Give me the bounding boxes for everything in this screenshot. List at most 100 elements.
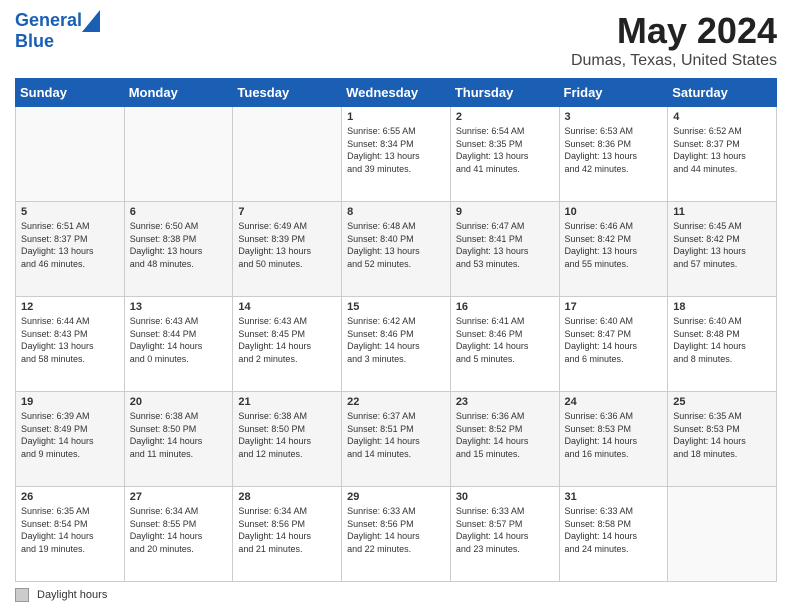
day-info: Sunrise: 6:48 AM Sunset: 8:40 PM Dayligh…	[347, 220, 445, 270]
calendar-cell: 30 Sunrise: 6:33 AM Sunset: 8:57 PM Dayli…	[450, 487, 559, 582]
day-info: Sunrise: 6:33 AM Sunset: 8:58 PM Dayligh…	[565, 505, 663, 555]
day-info: Sunrise: 6:36 AM Sunset: 8:52 PM Dayligh…	[456, 410, 554, 460]
day-number: 19	[21, 396, 119, 408]
day-info: Sunrise: 6:43 AM Sunset: 8:45 PM Dayligh…	[238, 315, 336, 365]
calendar-cell: 25 Sunrise: 6:35 AM Sunset: 8:53 PM Dayli…	[668, 392, 777, 487]
calendar-cell: 23 Sunrise: 6:36 AM Sunset: 8:52 PM Dayli…	[450, 392, 559, 487]
day-info: Sunrise: 6:34 AM Sunset: 8:55 PM Dayligh…	[130, 505, 228, 555]
day-info: Sunrise: 6:34 AM Sunset: 8:56 PM Dayligh…	[238, 505, 336, 555]
day-number: 30	[456, 491, 554, 503]
calendar-cell: 20Sunrise: 6:38 AM Sunset: 8:50 PM Dayli…	[124, 392, 233, 487]
calendar-cell: 14 Sunrise: 6:43 AM Sunset: 8:45 PM Dayli…	[233, 297, 342, 392]
day-info: Sunrise: 6:42 AM Sunset: 8:46 PM Dayligh…	[347, 315, 445, 365]
calendar-cell: 6 Sunrise: 6:50 AM Sunset: 8:38 PM Daylig…	[124, 202, 233, 297]
calendar-cell	[124, 107, 233, 202]
day-number: 22	[347, 396, 445, 408]
day-info: Sunrise: 6:52 AM Sunset: 8:37 PM Dayligh…	[673, 125, 771, 175]
day-number: 6	[130, 206, 228, 218]
page: General Blue May 2024 Dumas, Texas, Unit…	[0, 0, 792, 612]
calendar-cell: 21Sunrise: 6:38 AM Sunset: 8:50 PM Dayli…	[233, 392, 342, 487]
calendar-cell: 29Sunrise: 6:33 AM Sunset: 8:56 PM Dayli…	[342, 487, 451, 582]
calendar-cell	[16, 107, 125, 202]
day-info: Sunrise: 6:54 AM Sunset: 8:35 PM Dayligh…	[456, 125, 554, 175]
day-number: 4	[673, 111, 771, 123]
day-info: Sunrise: 6:47 AM Sunset: 8:41 PM Dayligh…	[456, 220, 554, 270]
day-number: 2	[456, 111, 554, 123]
day-number: 23	[456, 396, 554, 408]
calendar-week-row: 5 Sunrise: 6:51 AM Sunset: 8:37 PM Daylig…	[16, 202, 777, 297]
calendar-cell: 18 Sunrise: 6:40 AM Sunset: 8:48 PM Dayli…	[668, 297, 777, 392]
calendar-cell: 22 Sunrise: 6:37 AM Sunset: 8:51 PM Dayli…	[342, 392, 451, 487]
day-number: 17	[565, 301, 663, 313]
day-number: 25	[673, 396, 771, 408]
calendar-cell: 31Sunrise: 6:33 AM Sunset: 8:58 PM Dayli…	[559, 487, 668, 582]
calendar-week-row: 26 Sunrise: 6:35 AM Sunset: 8:54 PM Dayli…	[16, 487, 777, 582]
day-info: Sunrise: 6:40 AM Sunset: 8:47 PM Dayligh…	[565, 315, 663, 365]
day-number: 18	[673, 301, 771, 313]
day-info: Sunrise: 6:44 AM Sunset: 8:43 PM Dayligh…	[21, 315, 119, 365]
title-area: May 2024 Dumas, Texas, United States	[571, 10, 777, 70]
legend-label: Daylight hours	[37, 589, 107, 601]
day-number: 15	[347, 301, 445, 313]
day-number: 28	[238, 491, 336, 503]
day-number: 26	[21, 491, 119, 503]
day-number: 12	[21, 301, 119, 313]
day-info: Sunrise: 6:38 AM Sunset: 8:50 PM Dayligh…	[238, 410, 336, 460]
day-info: Sunrise: 6:39 AM Sunset: 8:49 PM Dayligh…	[21, 410, 119, 460]
day-info: Sunrise: 6:36 AM Sunset: 8:53 PM Dayligh…	[565, 410, 663, 460]
logo: General Blue	[15, 10, 100, 52]
calendar-cell: 9 Sunrise: 6:47 AM Sunset: 8:41 PM Daylig…	[450, 202, 559, 297]
day-number: 8	[347, 206, 445, 218]
day-number: 29	[347, 491, 445, 503]
logo-triangle-icon	[82, 10, 100, 32]
day-info: Sunrise: 6:49 AM Sunset: 8:39 PM Dayligh…	[238, 220, 336, 270]
day-info: Sunrise: 6:46 AM Sunset: 8:42 PM Dayligh…	[565, 220, 663, 270]
logo-text-general: General	[15, 11, 82, 31]
day-number: 7	[238, 206, 336, 218]
day-info: Sunrise: 6:41 AM Sunset: 8:46 PM Dayligh…	[456, 315, 554, 365]
day-number: 1	[347, 111, 445, 123]
calendar-cell: 13 Sunrise: 6:43 AM Sunset: 8:44 PM Dayli…	[124, 297, 233, 392]
calendar-cell: 19 Sunrise: 6:39 AM Sunset: 8:49 PM Dayli…	[16, 392, 125, 487]
calendar-week-row: 12 Sunrise: 6:44 AM Sunset: 8:43 PM Dayli…	[16, 297, 777, 392]
day-info: Sunrise: 6:53 AM Sunset: 8:36 PM Dayligh…	[565, 125, 663, 175]
calendar-cell: 28 Sunrise: 6:34 AM Sunset: 8:56 PM Dayli…	[233, 487, 342, 582]
day-info: Sunrise: 6:50 AM Sunset: 8:38 PM Dayligh…	[130, 220, 228, 270]
calendar-cell: 27 Sunrise: 6:34 AM Sunset: 8:55 PM Dayli…	[124, 487, 233, 582]
day-number: 10	[565, 206, 663, 218]
calendar-week-row: 19 Sunrise: 6:39 AM Sunset: 8:49 PM Dayli…	[16, 392, 777, 487]
header: General Blue May 2024 Dumas, Texas, Unit…	[15, 10, 777, 70]
day-number: 16	[456, 301, 554, 313]
calendar-header-monday: Monday	[124, 79, 233, 107]
day-info: Sunrise: 6:55 AM Sunset: 8:34 PM Dayligh…	[347, 125, 445, 175]
day-info: Sunrise: 6:43 AM Sunset: 8:44 PM Dayligh…	[130, 315, 228, 365]
day-number: 24	[565, 396, 663, 408]
calendar-header-thursday: Thursday	[450, 79, 559, 107]
day-info: Sunrise: 6:51 AM Sunset: 8:37 PM Dayligh…	[21, 220, 119, 270]
calendar-header-sunday: Sunday	[16, 79, 125, 107]
calendar-cell: 11Sunrise: 6:45 AM Sunset: 8:42 PM Dayli…	[668, 202, 777, 297]
day-info: Sunrise: 6:33 AM Sunset: 8:57 PM Dayligh…	[456, 505, 554, 555]
day-info: Sunrise: 6:37 AM Sunset: 8:51 PM Dayligh…	[347, 410, 445, 460]
calendar-header-row: SundayMondayTuesdayWednesdayThursdayFrid…	[16, 79, 777, 107]
day-info: Sunrise: 6:35 AM Sunset: 8:53 PM Dayligh…	[673, 410, 771, 460]
day-number: 9	[456, 206, 554, 218]
calendar-table: SundayMondayTuesdayWednesdayThursdayFrid…	[15, 78, 777, 582]
day-number: 27	[130, 491, 228, 503]
calendar-cell: 16 Sunrise: 6:41 AM Sunset: 8:46 PM Dayli…	[450, 297, 559, 392]
logo-text-blue: Blue	[15, 32, 54, 52]
calendar-cell: 12 Sunrise: 6:44 AM Sunset: 8:43 PM Dayli…	[16, 297, 125, 392]
calendar-cell: 24 Sunrise: 6:36 AM Sunset: 8:53 PM Dayli…	[559, 392, 668, 487]
day-number: 20	[130, 396, 228, 408]
day-number: 14	[238, 301, 336, 313]
day-info: Sunrise: 6:35 AM Sunset: 8:54 PM Dayligh…	[21, 505, 119, 555]
calendar-header-tuesday: Tuesday	[233, 79, 342, 107]
calendar-week-row: 1 Sunrise: 6:55 AM Sunset: 8:34 PM Daylig…	[16, 107, 777, 202]
legend-box	[15, 588, 29, 602]
day-number: 13	[130, 301, 228, 313]
day-info: Sunrise: 6:40 AM Sunset: 8:48 PM Dayligh…	[673, 315, 771, 365]
calendar-cell: 3Sunrise: 6:53 AM Sunset: 8:36 PM Daylig…	[559, 107, 668, 202]
calendar-cell: 15 Sunrise: 6:42 AM Sunset: 8:46 PM Dayli…	[342, 297, 451, 392]
calendar-cell: 7 Sunrise: 6:49 AM Sunset: 8:39 PM Daylig…	[233, 202, 342, 297]
day-number: 5	[21, 206, 119, 218]
